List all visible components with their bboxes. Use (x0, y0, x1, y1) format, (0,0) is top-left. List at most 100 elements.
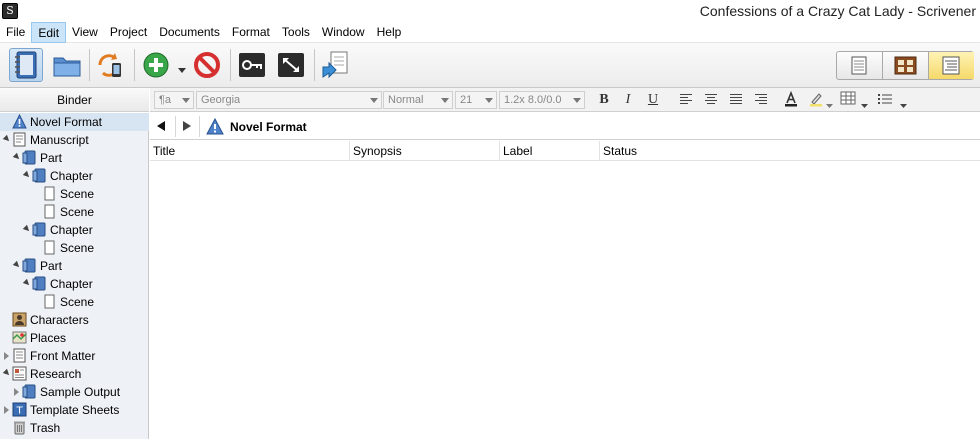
binder-item[interactable]: Manuscript (0, 131, 149, 149)
binder-item[interactable]: Places (0, 329, 149, 347)
binder-item[interactable]: Scene (0, 239, 149, 257)
expand-closed-icon[interactable] (4, 406, 9, 414)
scrivenings-view-button[interactable] (837, 52, 883, 79)
typeface-select[interactable]: Normal (383, 91, 453, 109)
bold-button[interactable]: B (594, 91, 614, 109)
keywords-button[interactable] (235, 48, 269, 82)
align-right-button[interactable] (751, 91, 771, 109)
menu-edit[interactable]: Edit (31, 22, 67, 43)
menu-bar: File Edit View Project Documents Format Tools W… (0, 22, 980, 43)
binder-item[interactable]: Part (0, 257, 149, 275)
menu-help[interactable]: Help (371, 22, 408, 43)
binder-item[interactable]: Chapter (0, 221, 149, 239)
expand-open-icon[interactable] (2, 134, 12, 144)
binder-item[interactable]: Sample Output (0, 383, 149, 401)
menu-window[interactable]: Window (316, 22, 371, 43)
add-button[interactable] (139, 48, 173, 82)
binder-item-label: Places (30, 331, 67, 345)
binder-item[interactable]: Research (0, 365, 149, 383)
keywords-icon (239, 53, 265, 77)
corkboard-icon (894, 56, 917, 75)
sync-button[interactable] (93, 48, 127, 82)
menu-file[interactable]: File (0, 22, 31, 43)
compile-button[interactable] (318, 48, 352, 82)
research-icon (12, 366, 27, 381)
title-bar: S Confessions of a Crazy Cat Lady - Scri… (0, 0, 980, 22)
expand-open-icon[interactable] (12, 152, 22, 162)
paragraph-style-select[interactable]: ¶a (154, 91, 194, 109)
table-dropdown-chevron-icon[interactable] (861, 98, 868, 112)
binder-item[interactable]: Characters (0, 311, 149, 329)
align-center-button[interactable] (701, 91, 721, 109)
binder-item-label: Scene (60, 241, 95, 255)
navigate-forward-icon[interactable] (183, 121, 191, 131)
sync-icon (98, 53, 121, 77)
table-button[interactable] (838, 91, 858, 109)
list-button[interactable] (875, 91, 895, 109)
expand-open-icon[interactable] (2, 368, 12, 378)
list-dropdown-chevron-icon[interactable] (900, 98, 907, 112)
outliner-view-button[interactable] (929, 52, 974, 79)
menu-tools[interactable]: Tools (276, 22, 316, 43)
align-left-button[interactable] (676, 91, 696, 109)
expand-open-icon[interactable] (22, 278, 32, 288)
menu-project[interactable]: Project (104, 22, 153, 43)
fullscreen-button[interactable] (274, 48, 308, 82)
column-synopsis[interactable]: Synopsis (350, 141, 500, 161)
binder-item[interactable]: Scene (0, 203, 149, 221)
collections-button[interactable] (50, 48, 84, 82)
delete-button[interactable] (190, 48, 224, 82)
binder-item[interactable]: T Template Sheets (0, 401, 149, 419)
menu-view[interactable]: View (66, 22, 104, 43)
binder-item[interactable]: Scene (0, 293, 149, 311)
outliner-column-header: Title Synopsis Label Status (150, 141, 980, 161)
highlight-dropdown-chevron-icon[interactable] (826, 98, 833, 112)
expand-open-icon[interactable] (12, 260, 22, 270)
add-dropdown-chevron-icon[interactable] (178, 63, 186, 77)
text-color-button[interactable] (781, 90, 801, 109)
expand-closed-icon[interactable] (4, 352, 9, 360)
column-label[interactable]: Label (500, 141, 600, 161)
folder-icon (22, 384, 37, 399)
font-family-select[interactable]: Georgia (196, 91, 382, 109)
binder-item-label: Chapter (50, 277, 93, 291)
expand-open-icon[interactable] (22, 224, 32, 234)
fullscreen-icon (278, 53, 304, 77)
font-size-select[interactable]: 21 (455, 91, 497, 109)
column-status[interactable]: Status (600, 141, 980, 161)
corkboard-view-button[interactable] (883, 52, 929, 79)
add-icon (143, 52, 169, 78)
expand-closed-icon[interactable] (14, 388, 19, 396)
binder-item-label: Chapter (50, 169, 93, 183)
line-spacing-select[interactable]: 1.2x 8.0/0.0 (499, 91, 585, 109)
binder-item[interactable]: Part (0, 149, 149, 167)
italic-button[interactable]: I (618, 91, 638, 109)
expand-open-icon[interactable] (22, 170, 32, 180)
binder-item[interactable]: Scene (0, 185, 149, 203)
column-title[interactable]: Title (150, 141, 350, 161)
binder-item[interactable]: Chapter (0, 275, 149, 293)
editor-header: Novel Format (150, 113, 980, 140)
app-icon[interactable]: S (2, 3, 18, 19)
binder-item-label: Characters (30, 313, 89, 327)
places-icon (12, 330, 27, 345)
document-warning-icon (206, 117, 224, 138)
binder-item[interactable]: Chapter (0, 167, 149, 185)
menu-documents[interactable]: Documents (153, 22, 226, 43)
view-mode-group (836, 51, 974, 80)
underline-button[interactable]: U (643, 91, 663, 109)
align-justify-button[interactable] (726, 91, 746, 109)
navigate-back-icon[interactable] (157, 121, 165, 131)
binder-item-label: Template Sheets (30, 403, 120, 417)
binder-item-label: Research (30, 367, 82, 381)
text-color-icon (785, 90, 797, 107)
menu-format[interactable]: Format (226, 22, 276, 43)
bulleted-list-icon (878, 94, 892, 104)
outliner-body[interactable] (150, 161, 980, 439)
delete-icon (194, 52, 220, 78)
binder-item[interactable]: Novel Format (0, 113, 149, 131)
binder-item[interactable]: Front Matter (0, 347, 149, 365)
highlight-button[interactable] (806, 91, 826, 109)
binder-item[interactable]: Trash (0, 419, 149, 437)
binder-toggle-button[interactable] (9, 48, 43, 82)
